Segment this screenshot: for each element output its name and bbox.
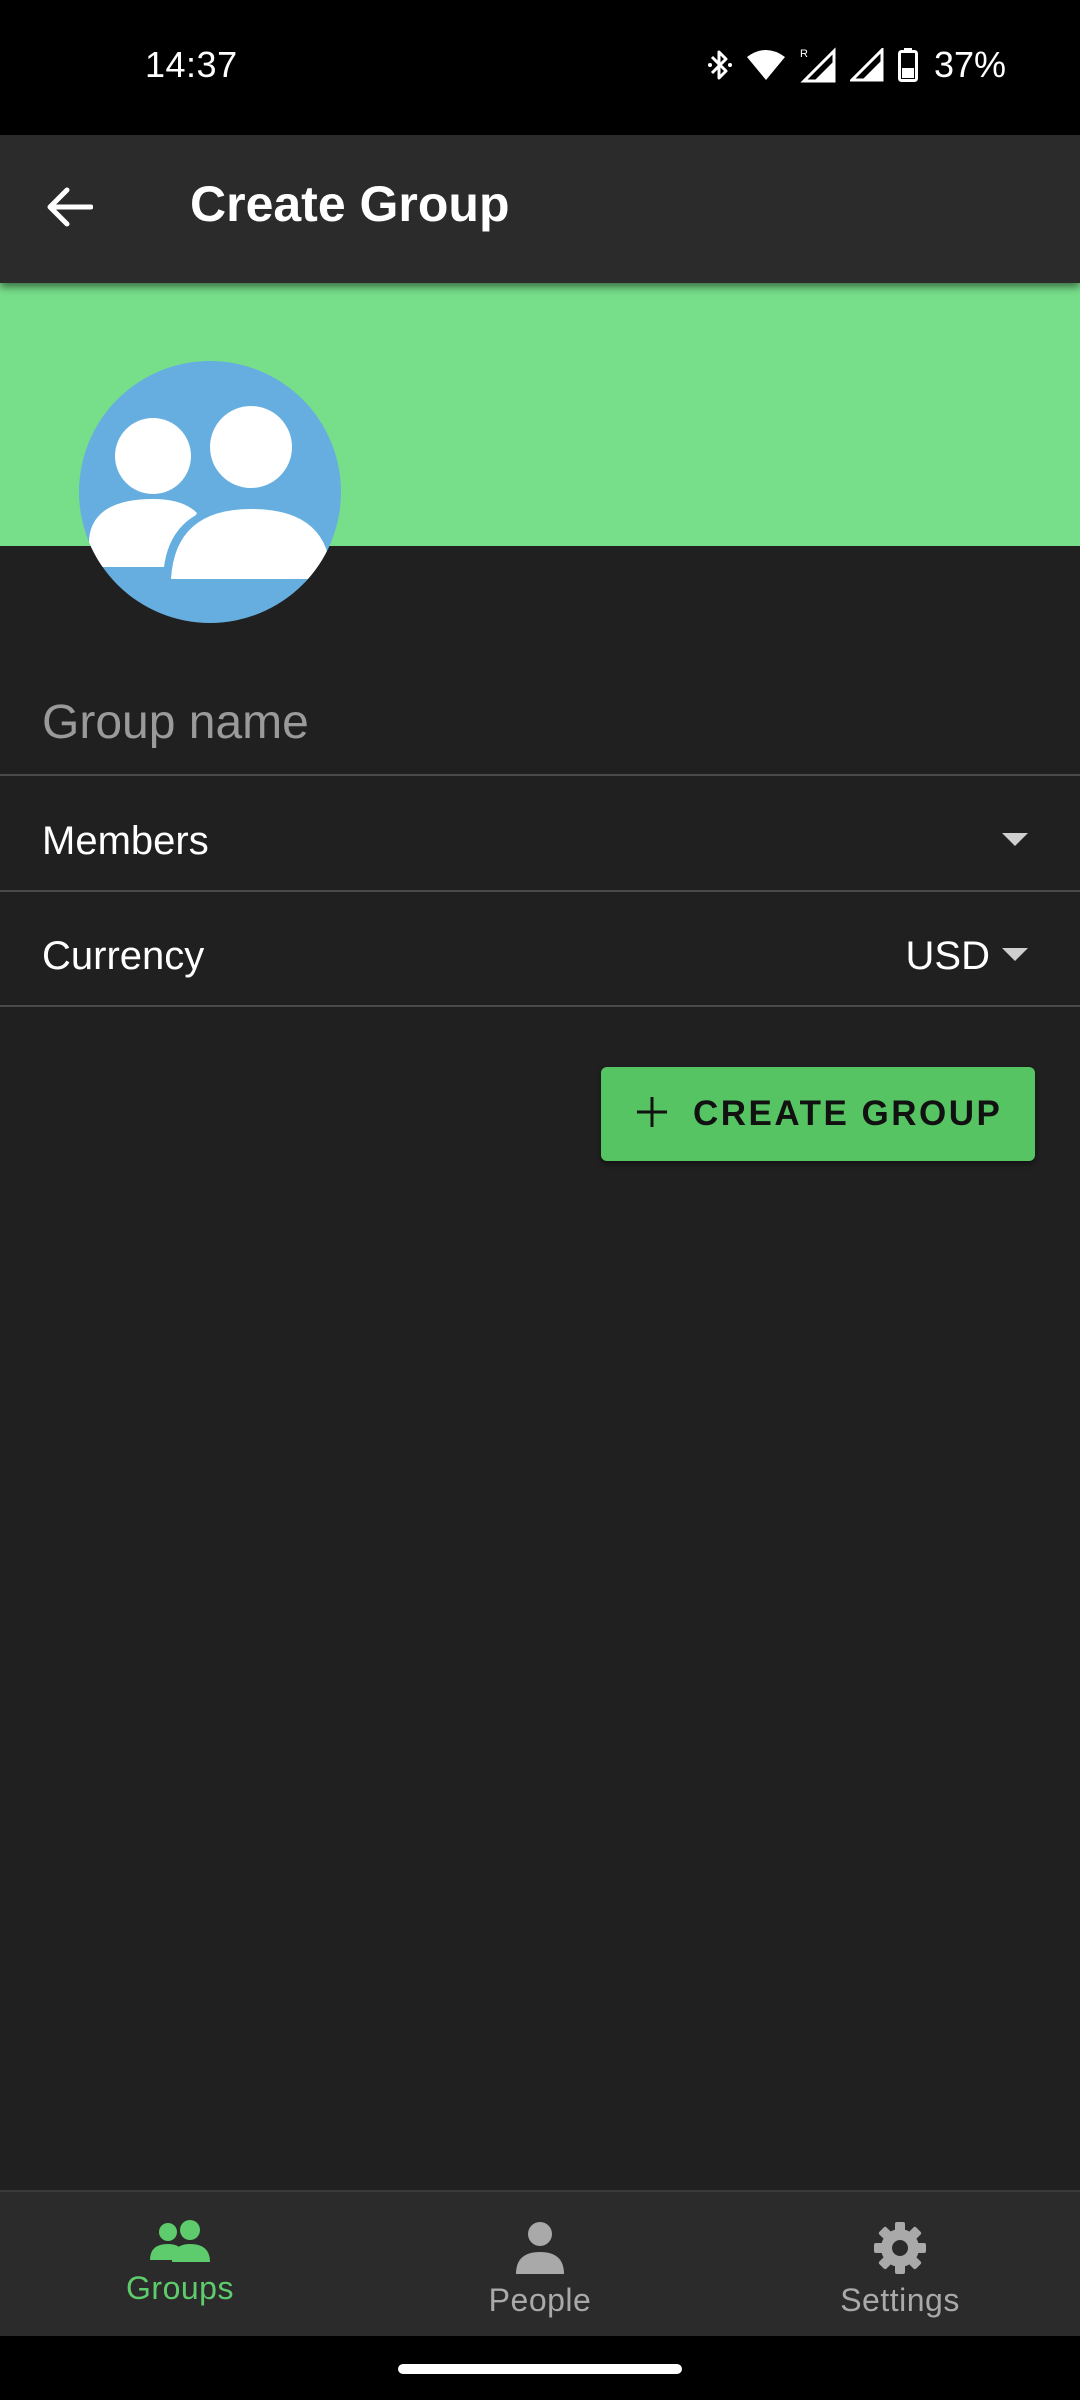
back-button[interactable] [34,173,106,245]
group-name-field [0,660,1080,776]
plus-icon [635,1095,669,1134]
chevron-down-icon [1002,948,1028,961]
status-time: 14:37 [145,44,238,85]
signal-icon [849,48,884,82]
currency-label: Currency [42,934,205,978]
chevron-down-icon [1002,833,1028,846]
home-gesture-bar[interactable] [398,2364,682,2374]
app-bar: Create Group [0,135,1080,283]
members-label: Members [42,819,209,863]
group-name-input[interactable] [42,690,1022,754]
members-dropdown[interactable]: Members [0,777,1080,892]
arrow-left-icon [47,187,94,232]
group-people-icon [79,361,341,623]
signal-roaming-icon: R [800,47,836,83]
groups-icon [148,2220,212,2264]
create-group-button[interactable]: CREATE GROUP [601,1067,1035,1161]
nav-item-groups[interactable]: Groups [0,2192,360,2336]
svg-text:R: R [800,48,808,60]
currency-value: USD [905,934,990,978]
nav-label-settings: Settings [840,2282,960,2318]
nav-label-people: People [488,2282,592,2318]
gesture-area [0,2336,1080,2400]
currency-dropdown[interactable]: Currency USD [0,892,1080,1007]
nav-item-settings[interactable]: Settings [720,2192,1080,2336]
bottom-navigation: Groups People Settings [0,2190,1080,2336]
gear-icon [872,2220,928,2276]
person-icon [512,2220,568,2276]
nav-item-people[interactable]: People [360,2192,720,2336]
battery-percentage: 37% [933,44,1006,85]
create-group-label: CREATE GROUP [693,1094,1003,1133]
status-bar: 14:37 R 37% [0,0,1080,135]
group-avatar[interactable] [79,361,341,623]
status-icons: R 37% [707,44,1006,86]
wifi-icon [746,49,786,81]
bluetooth-icon [707,47,732,83]
nav-label-groups: Groups [126,2270,234,2306]
battery-icon [897,48,918,82]
page-title: Create Group [190,176,510,232]
